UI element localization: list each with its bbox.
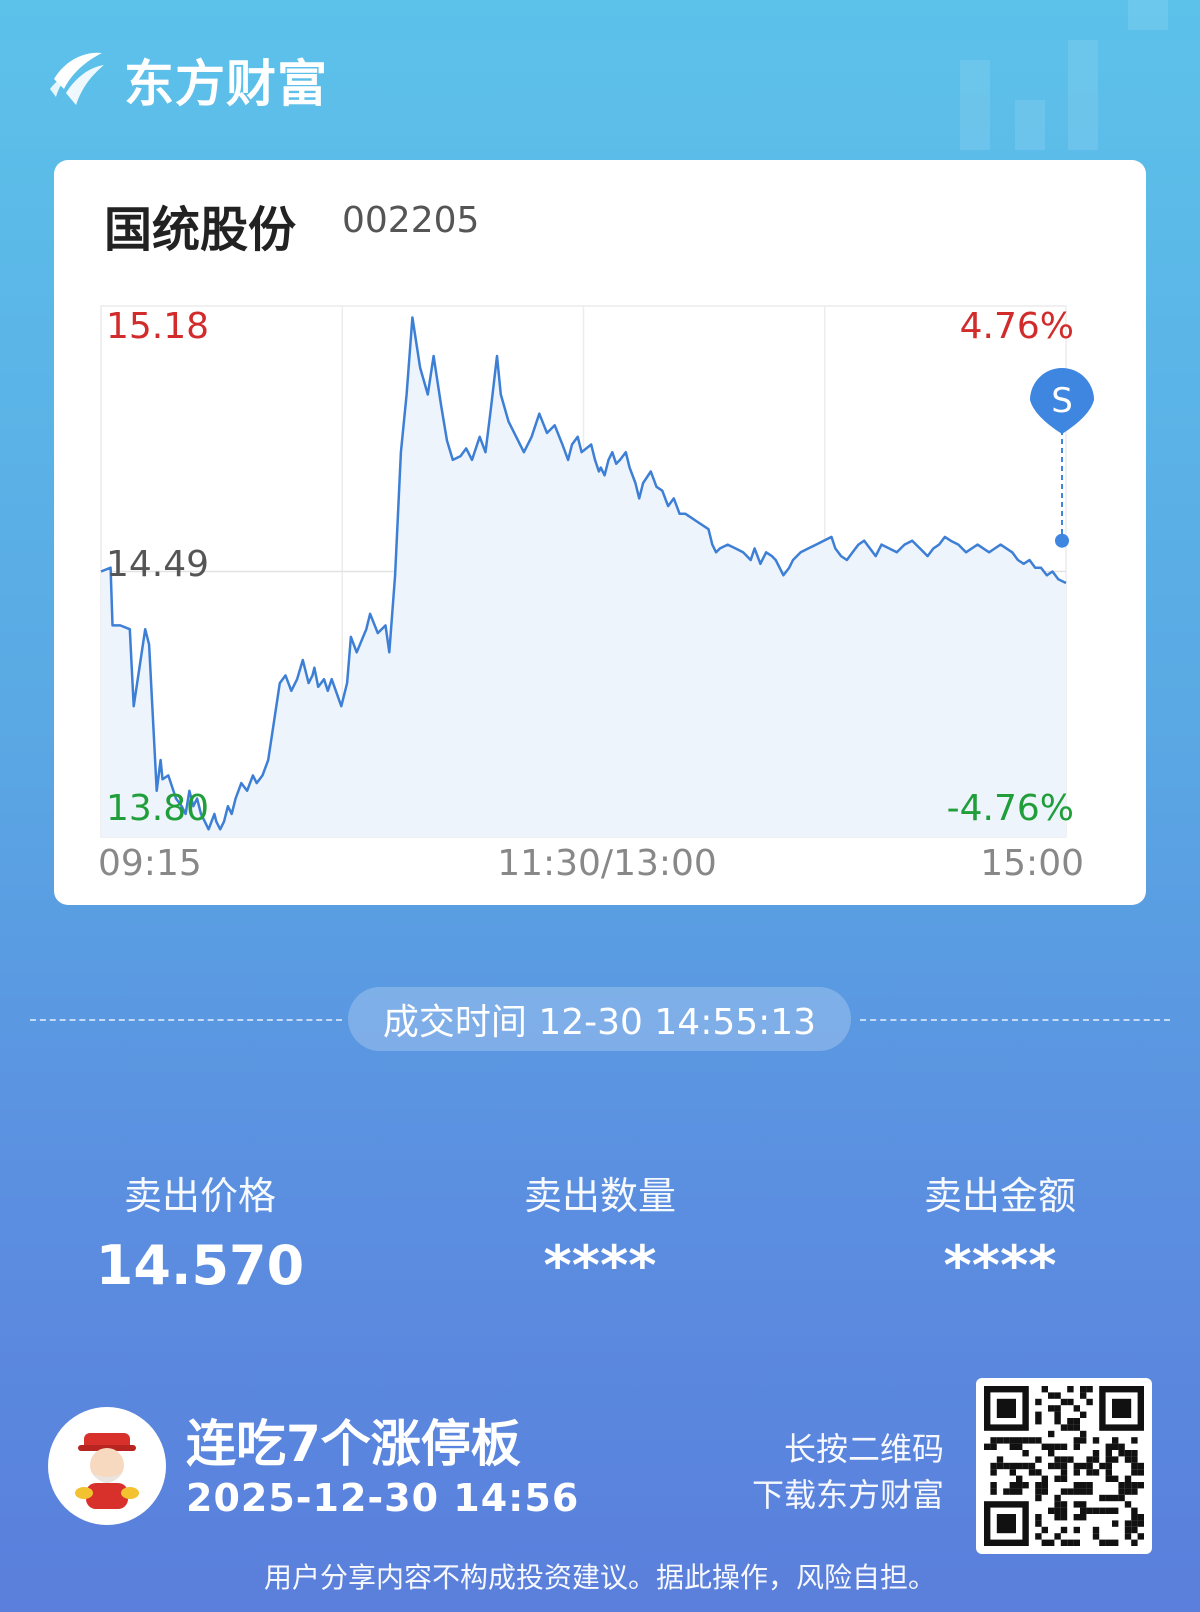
promo-title: 连吃7个涨停板 xyxy=(186,1415,521,1473)
y-label-high: 15.18 xyxy=(106,306,209,347)
pct-label-high: 4.76% xyxy=(960,306,1074,347)
background-candle-decoration xyxy=(1068,40,1098,150)
qr-code-icon xyxy=(984,1386,1144,1546)
stock-chart-card: 国统股份 002205 15.18 14.49 13.80 4.76% -4.76% 09… xyxy=(54,160,1146,905)
trade-time-pill: 成交时间 12-30 14:55:13 xyxy=(348,987,851,1051)
stat-value: **** xyxy=(543,1234,657,1297)
stat-sell-price: 卖出价格 14.570 xyxy=(50,1165,350,1297)
y-label-mid: 14.49 xyxy=(106,544,209,585)
qr-hint-line2: 下载东方财富 xyxy=(751,1476,944,1514)
download-qr-code[interactable] xyxy=(976,1378,1152,1554)
trade-stats: 卖出价格 14.570 卖出数量 **** 卖出金额 **** xyxy=(0,1165,1200,1305)
stat-value: **** xyxy=(943,1234,1057,1297)
stat-label: 卖出数量 xyxy=(523,1174,676,1218)
trade-time-divider: 成交时间 12-30 14:55:13 xyxy=(30,987,1170,1053)
x-label-open: 09:15 xyxy=(98,843,202,884)
stat-label: 卖出价格 xyxy=(123,1174,276,1218)
divider-dash-left xyxy=(30,1019,342,1021)
brand-logo: 东方财富 xyxy=(46,48,328,113)
fortune-god-avatar-icon xyxy=(51,1410,163,1522)
background-candle-decoration xyxy=(1015,100,1045,150)
risk-disclaimer: 用户分享内容不构成投资建议。据此操作，风险自担。 xyxy=(263,1561,936,1594)
brand-name: 东方财富 xyxy=(124,55,328,113)
background-candle-decoration xyxy=(960,60,990,150)
intraday-price-chart: 15.18 14.49 13.80 4.76% -4.76% 09:15 11:30/13:… xyxy=(98,305,1094,884)
stat-label: 卖出金额 xyxy=(923,1174,1076,1218)
eastmoney-logo-icon xyxy=(50,52,104,105)
pct-label-low: -4.76% xyxy=(947,788,1074,829)
sell-marker-label: S xyxy=(1051,381,1073,421)
x-label-close: 15:00 xyxy=(980,843,1084,884)
x-label-midday: 11:30/13:00 xyxy=(497,843,717,884)
divider-dash-right xyxy=(860,1019,1170,1021)
sell-marker-dot xyxy=(1055,533,1069,548)
y-label-low: 13.80 xyxy=(106,788,209,829)
stat-sell-quantity: 卖出数量 **** xyxy=(450,1165,750,1297)
share-timestamp: 2025-12-30 14:56 xyxy=(186,1476,580,1520)
avatar xyxy=(48,1407,166,1525)
background-candle-decoration xyxy=(1128,0,1168,30)
qr-hint-line1: 长按二维码 xyxy=(783,1430,944,1468)
stat-value: 14.570 xyxy=(95,1234,305,1297)
stat-sell-amount: 卖出金额 **** xyxy=(850,1165,1150,1297)
